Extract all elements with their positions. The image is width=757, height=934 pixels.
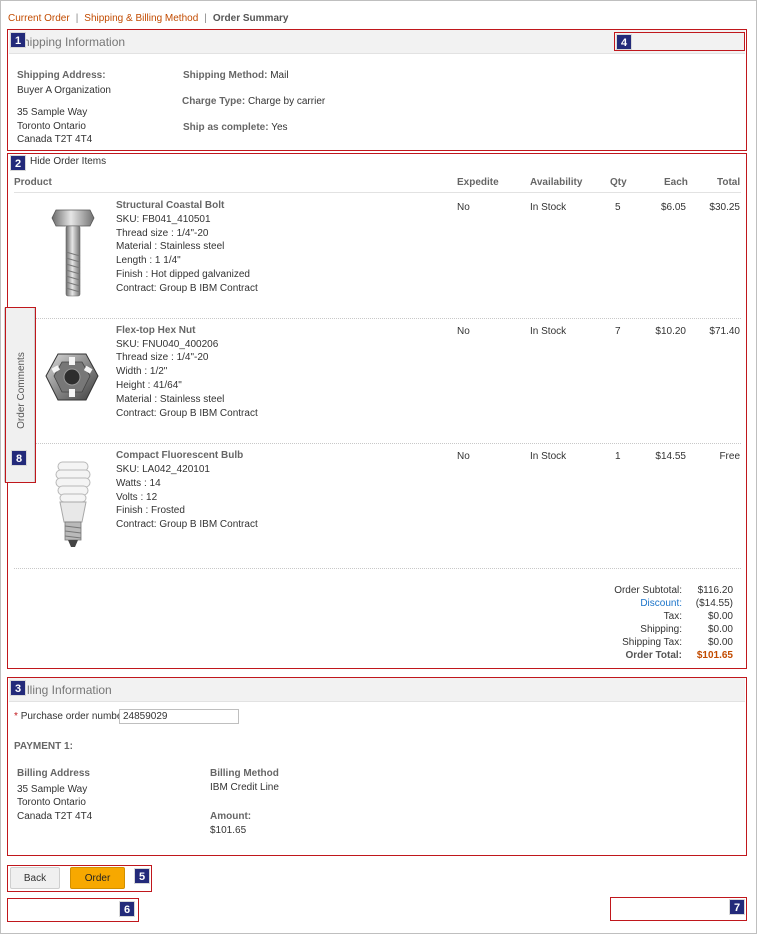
qty-value: 5 — [615, 202, 621, 213]
product-detail: Finish : Hot dipped galvanized — [116, 269, 250, 280]
callout-box-billing — [7, 677, 747, 856]
product-detail: SKU: LA042_420101 — [116, 464, 210, 475]
tax-value: $0.00 — [707, 611, 733, 622]
hide-order-items-link[interactable]: Hide Order Items — [30, 156, 106, 167]
subtotal-label: Order Subtotal: — [614, 585, 682, 596]
breadcrumb: Current Order | Shipping & Billing Method |… — [8, 13, 288, 24]
column-header-qty: Qty — [610, 177, 627, 188]
product-detail: Contract: Group B IBM Contract — [116, 283, 258, 294]
qty-value: 1 — [615, 451, 621, 462]
expedite-value: No — [457, 326, 470, 337]
product-detail: Contract: Group B IBM Contract — [116, 408, 258, 419]
line-total: $71.40 — [709, 326, 740, 337]
product-detail: Thread size : 1/4"-20 — [116, 228, 209, 239]
shipping-tax-label: Shipping Tax: — [622, 637, 682, 648]
product-detail: Finish : Frosted — [116, 505, 185, 516]
row-divider — [14, 443, 741, 444]
callout-badge-2: 2 — [10, 155, 26, 171]
callout-box-header-right — [614, 32, 745, 51]
availability-value: In Stock — [530, 451, 567, 462]
billing-address-label: Billing Address — [17, 768, 90, 779]
callout-badge-6: 6 — [119, 901, 135, 917]
product-detail: Width : 1/2" — [116, 366, 168, 377]
column-header-each: Each — [664, 177, 688, 188]
shipping-label: Shipping: — [640, 624, 682, 635]
product-detail: Material : Stainless steel — [116, 394, 225, 405]
product-detail: Watts : 14 — [116, 478, 161, 489]
column-header-product: Product — [14, 177, 52, 188]
column-header-expedite: Expedite — [457, 177, 499, 188]
header-divider — [14, 192, 741, 193]
product-detail: SKU: FB041_410501 — [116, 214, 211, 225]
expedite-value: No — [457, 451, 470, 462]
billing-address-line: 35 Sample Way — [17, 784, 88, 795]
discount-label[interactable]: Discount: — [640, 598, 682, 609]
product-name[interactable]: Compact Fluorescent Bulb — [116, 450, 243, 461]
line-total: Free — [719, 451, 740, 462]
tax-label: Tax: — [663, 611, 682, 622]
shipping-tax-value: $0.00 — [707, 637, 733, 648]
availability-value: In Stock — [530, 202, 567, 213]
discount-value: ($14.55) — [695, 598, 733, 609]
breadcrumb-separator: | — [204, 13, 207, 24]
payment-label: PAYMENT 1: — [14, 741, 73, 752]
callout-badge-4: 4 — [616, 34, 632, 50]
product-name[interactable]: Structural Coastal Bolt — [116, 200, 224, 211]
each-price: $10.20 — [655, 326, 686, 337]
row-divider — [14, 318, 741, 319]
product-detail: Material : Stainless steel — [116, 241, 225, 252]
breadcrumb-separator: | — [75, 13, 79, 24]
required-mark: * — [14, 711, 18, 722]
billing-address-line: Toronto Ontario — [17, 797, 86, 808]
each-price: $14.55 — [655, 451, 686, 462]
bolt-icon — [50, 206, 96, 300]
product-detail: Length : 1 1/4" — [116, 255, 181, 266]
callout-box-bottom-right — [610, 897, 747, 921]
order-total-label: Order Total: — [625, 650, 682, 661]
expedite-value: No — [457, 202, 470, 213]
subtotal-value: $116.20 — [697, 585, 733, 596]
order-total-value: $101.65 — [696, 650, 733, 661]
hex-nut-icon — [44, 348, 100, 406]
discount-link[interactable]: Discount: — [560, 598, 682, 609]
line-total: $30.25 — [709, 202, 740, 213]
po-number-input[interactable] — [119, 709, 239, 724]
shipping-value: $0.00 — [707, 624, 733, 635]
callout-badge-5: 5 — [134, 868, 150, 884]
each-price: $6.05 — [660, 202, 686, 213]
billing-method-label: Billing Method — [210, 768, 279, 779]
billing-method-value: IBM Credit Line — [210, 782, 279, 793]
callout-badge-7: 7 — [729, 899, 745, 915]
availability-value: In Stock — [530, 326, 567, 337]
callout-badge-8: 8 — [11, 450, 27, 466]
po-label: Purchase order number: — [20, 711, 129, 722]
product-detail: Thread size : 1/4"-20 — [116, 352, 209, 363]
callout-badge-3: 3 — [10, 680, 26, 696]
product-detail: Height : 41/64" — [116, 380, 182, 391]
product-name[interactable]: Flex-top Hex Nut — [116, 325, 195, 336]
amount-value: $101.65 — [210, 825, 247, 836]
row-divider — [14, 568, 741, 569]
breadcrumb-shipping-billing[interactable]: Shipping & Billing Method — [84, 13, 198, 24]
column-header-availability: Availability — [530, 177, 583, 188]
breadcrumb-current-order[interactable]: Current Order — [8, 13, 70, 24]
callout-box-buttons — [7, 865, 152, 892]
bulb-icon — [50, 458, 96, 550]
breadcrumb-order-summary: Order Summary — [212, 13, 289, 24]
callout-badge-1: 1 — [10, 32, 26, 48]
qty-value: 7 — [615, 326, 621, 337]
product-detail: Volts : 12 — [116, 492, 158, 503]
billing-address-line: Canada T2T 4T4 — [17, 811, 93, 822]
product-detail: Contract: Group B IBM Contract — [116, 519, 258, 530]
column-header-total: Total — [717, 177, 741, 188]
po-label-group: * Purchase order number: — [14, 711, 129, 722]
product-detail: SKU: FNU040_400206 — [116, 339, 219, 350]
amount-label: Amount: — [210, 811, 252, 822]
